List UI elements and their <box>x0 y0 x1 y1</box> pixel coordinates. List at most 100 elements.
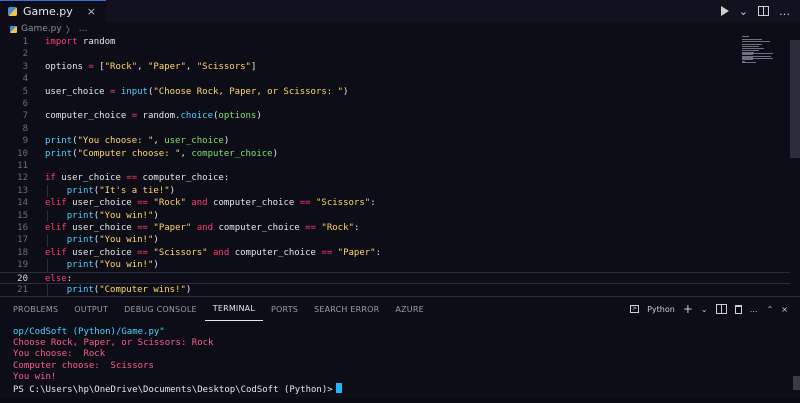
code-line[interactable]: 2 <box>0 48 790 60</box>
trash-icon[interactable] <box>734 304 742 314</box>
code-text: elif user_choice == "Rock" and computer_… <box>45 197 376 209</box>
code-line[interactable]: 8 <box>0 123 790 135</box>
code-token: [ <box>93 61 105 72</box>
code-token: ] <box>250 61 257 72</box>
terminal-line: You choose: Rock <box>13 349 106 360</box>
line-number[interactable]: 6 <box>0 98 28 110</box>
editor-scrollbar[interactable] <box>790 40 800 158</box>
line-number[interactable]: 21 <box>0 284 28 296</box>
terminal-scrollbar[interactable] <box>793 376 800 390</box>
line-number[interactable]: 15 <box>0 210 28 222</box>
code-line[interactable]: 5 user_choice = input("Choose Rock, Paper… <box>0 86 790 98</box>
run-dropdown-icon[interactable]: ⌄ <box>739 5 748 18</box>
close-tab-icon[interactable]: × <box>87 5 96 18</box>
terminal-prompt-line[interactable]: PS C:\Users\hp\OneDrive\Documents\Deskto… <box>13 382 800 395</box>
code-line[interactable]: 12 if user_choice == computer_choice: <box>0 172 790 184</box>
code-text: elif user_choice == "Paper" and computer… <box>45 222 359 234</box>
code-line[interactable]: 11 <box>0 160 790 172</box>
tab-problems[interactable]: PROBLEMS <box>0 297 66 321</box>
code-token: input <box>120 86 148 97</box>
code-line[interactable]: 6 <box>0 98 790 110</box>
new-terminal-icon[interactable]: + <box>683 303 693 315</box>
line-number[interactable]: 11 <box>0 160 28 172</box>
code-line[interactable]: 18 elif user_choice == "Scissors" and com… <box>0 247 790 259</box>
terminal-dropdown-icon[interactable]: ⌄ <box>701 305 708 314</box>
code-token: computer_choice: <box>137 173 230 184</box>
terminal-line: Choose Rock, Paper, or Scissors: Rock <box>13 338 214 349</box>
code-token: ) <box>169 185 176 196</box>
line-number[interactable]: 13 <box>0 185 28 197</box>
line-number[interactable]: 10 <box>0 148 28 160</box>
code-text: computer_choice = random.choice(options) <box>45 110 262 122</box>
code-line[interactable]: 15 print("You win!") <box>0 210 790 222</box>
code-editor[interactable]: 1 import random 2 3 options = ["Rock", "Pape… <box>0 36 800 297</box>
code-line[interactable]: 13 print("It's a tie!") <box>0 185 790 197</box>
more-actions-icon[interactable]: … <box>779 5 790 18</box>
tab-output[interactable]: OUTPUT <box>66 297 116 321</box>
code-line[interactable]: 19 print("You win!") <box>0 259 790 271</box>
terminal-profile-label[interactable]: Python <box>647 305 675 314</box>
python-file-icon <box>8 7 17 16</box>
tab-azure[interactable]: AZURE <box>387 297 431 321</box>
line-number[interactable]: 14 <box>0 197 28 209</box>
line-number[interactable]: 5 <box>0 86 28 98</box>
code-token: , <box>137 61 148 72</box>
line-number[interactable]: 16 <box>0 222 28 234</box>
code-line[interactable]: 10 print("Computer choose: ", computer_ch… <box>0 148 790 160</box>
code-token: == <box>137 223 148 233</box>
breadcrumb-file[interactable]: Game.py <box>21 24 62 34</box>
code-line[interactable]: 7 computer_choice = random.choice(options… <box>0 110 790 122</box>
maximize-panel-icon[interactable]: ⌃ <box>767 305 774 314</box>
line-number[interactable]: 19 <box>0 259 28 271</box>
line-number[interactable]: 8 <box>0 123 28 135</box>
code-token: options <box>218 111 257 122</box>
code-token: user_choice <box>164 136 224 147</box>
code-line[interactable]: 9 print("You choose: ", user_choice) <box>0 135 790 147</box>
code-token: : <box>66 273 73 284</box>
code-line[interactable]: 3 options = ["Rock", "Paper", "Scissors"] <box>0 61 790 73</box>
code-token: "Scissors" <box>153 247 208 258</box>
split-terminal-icon[interactable] <box>715 304 727 314</box>
line-number[interactable]: 9 <box>0 135 28 147</box>
line-number[interactable]: 1 <box>0 36 28 48</box>
minimap[interactable] <box>742 36 782 64</box>
line-number[interactable]: 4 <box>0 73 28 85</box>
code-token: "You win!" <box>99 260 154 271</box>
code-token: and <box>196 223 214 233</box>
code-line[interactable]: 16 elif user_choice == "Paper" and comput… <box>0 222 790 234</box>
code-line[interactable]: 20 else: <box>0 271 790 284</box>
tab-search-error[interactable]: SEARCH ERROR <box>306 297 387 321</box>
line-number[interactable]: 7 <box>0 110 28 122</box>
line-number[interactable]: 12 <box>0 172 28 184</box>
line-number[interactable]: 17 <box>0 234 28 246</box>
close-panel-icon[interactable]: × <box>781 305 788 314</box>
code-token: computer_choice <box>191 148 273 159</box>
tab-game-py[interactable]: Game.py × <box>0 0 106 22</box>
code-token: "Scissors" <box>316 198 371 209</box>
code-token: "Computer choose: " <box>77 148 181 159</box>
code-line[interactable]: 14 elif user_choice == "Rock" and compute… <box>0 197 790 209</box>
tab-ports[interactable]: PORTS <box>263 297 306 321</box>
run-icon[interactable] <box>720 6 729 16</box>
code-text: if user_choice == computer_choice: <box>45 172 229 184</box>
code-token: , <box>185 61 197 72</box>
indent-guide <box>47 284 48 297</box>
tab-debug-console[interactable]: DEBUG CONSOLE <box>116 297 205 321</box>
line-number[interactable]: 2 <box>0 48 28 60</box>
code-line[interactable]: 1 import random <box>0 36 790 48</box>
code-token: ) <box>256 111 262 122</box>
code-line[interactable]: 4 <box>0 73 790 85</box>
line-number[interactable]: 18 <box>0 247 28 259</box>
code-token: elif <box>45 198 67 209</box>
breadcrumb-rest[interactable]: ... <box>79 24 88 34</box>
code-token: elif <box>45 223 67 233</box>
tab-terminal[interactable]: TERMINAL <box>204 297 264 321</box>
terminal-output[interactable]: op/CodSoft (Python)/Game.py" Choose Rock… <box>0 323 800 401</box>
split-editor-icon[interactable] <box>758 6 769 16</box>
line-number[interactable]: 3 <box>0 61 28 73</box>
code-line[interactable]: 21 print("Computer wins!") <box>0 284 790 296</box>
more-actions-icon[interactable]: … <box>750 305 759 314</box>
code-line[interactable]: 17 print("You win!") <box>0 234 790 246</box>
